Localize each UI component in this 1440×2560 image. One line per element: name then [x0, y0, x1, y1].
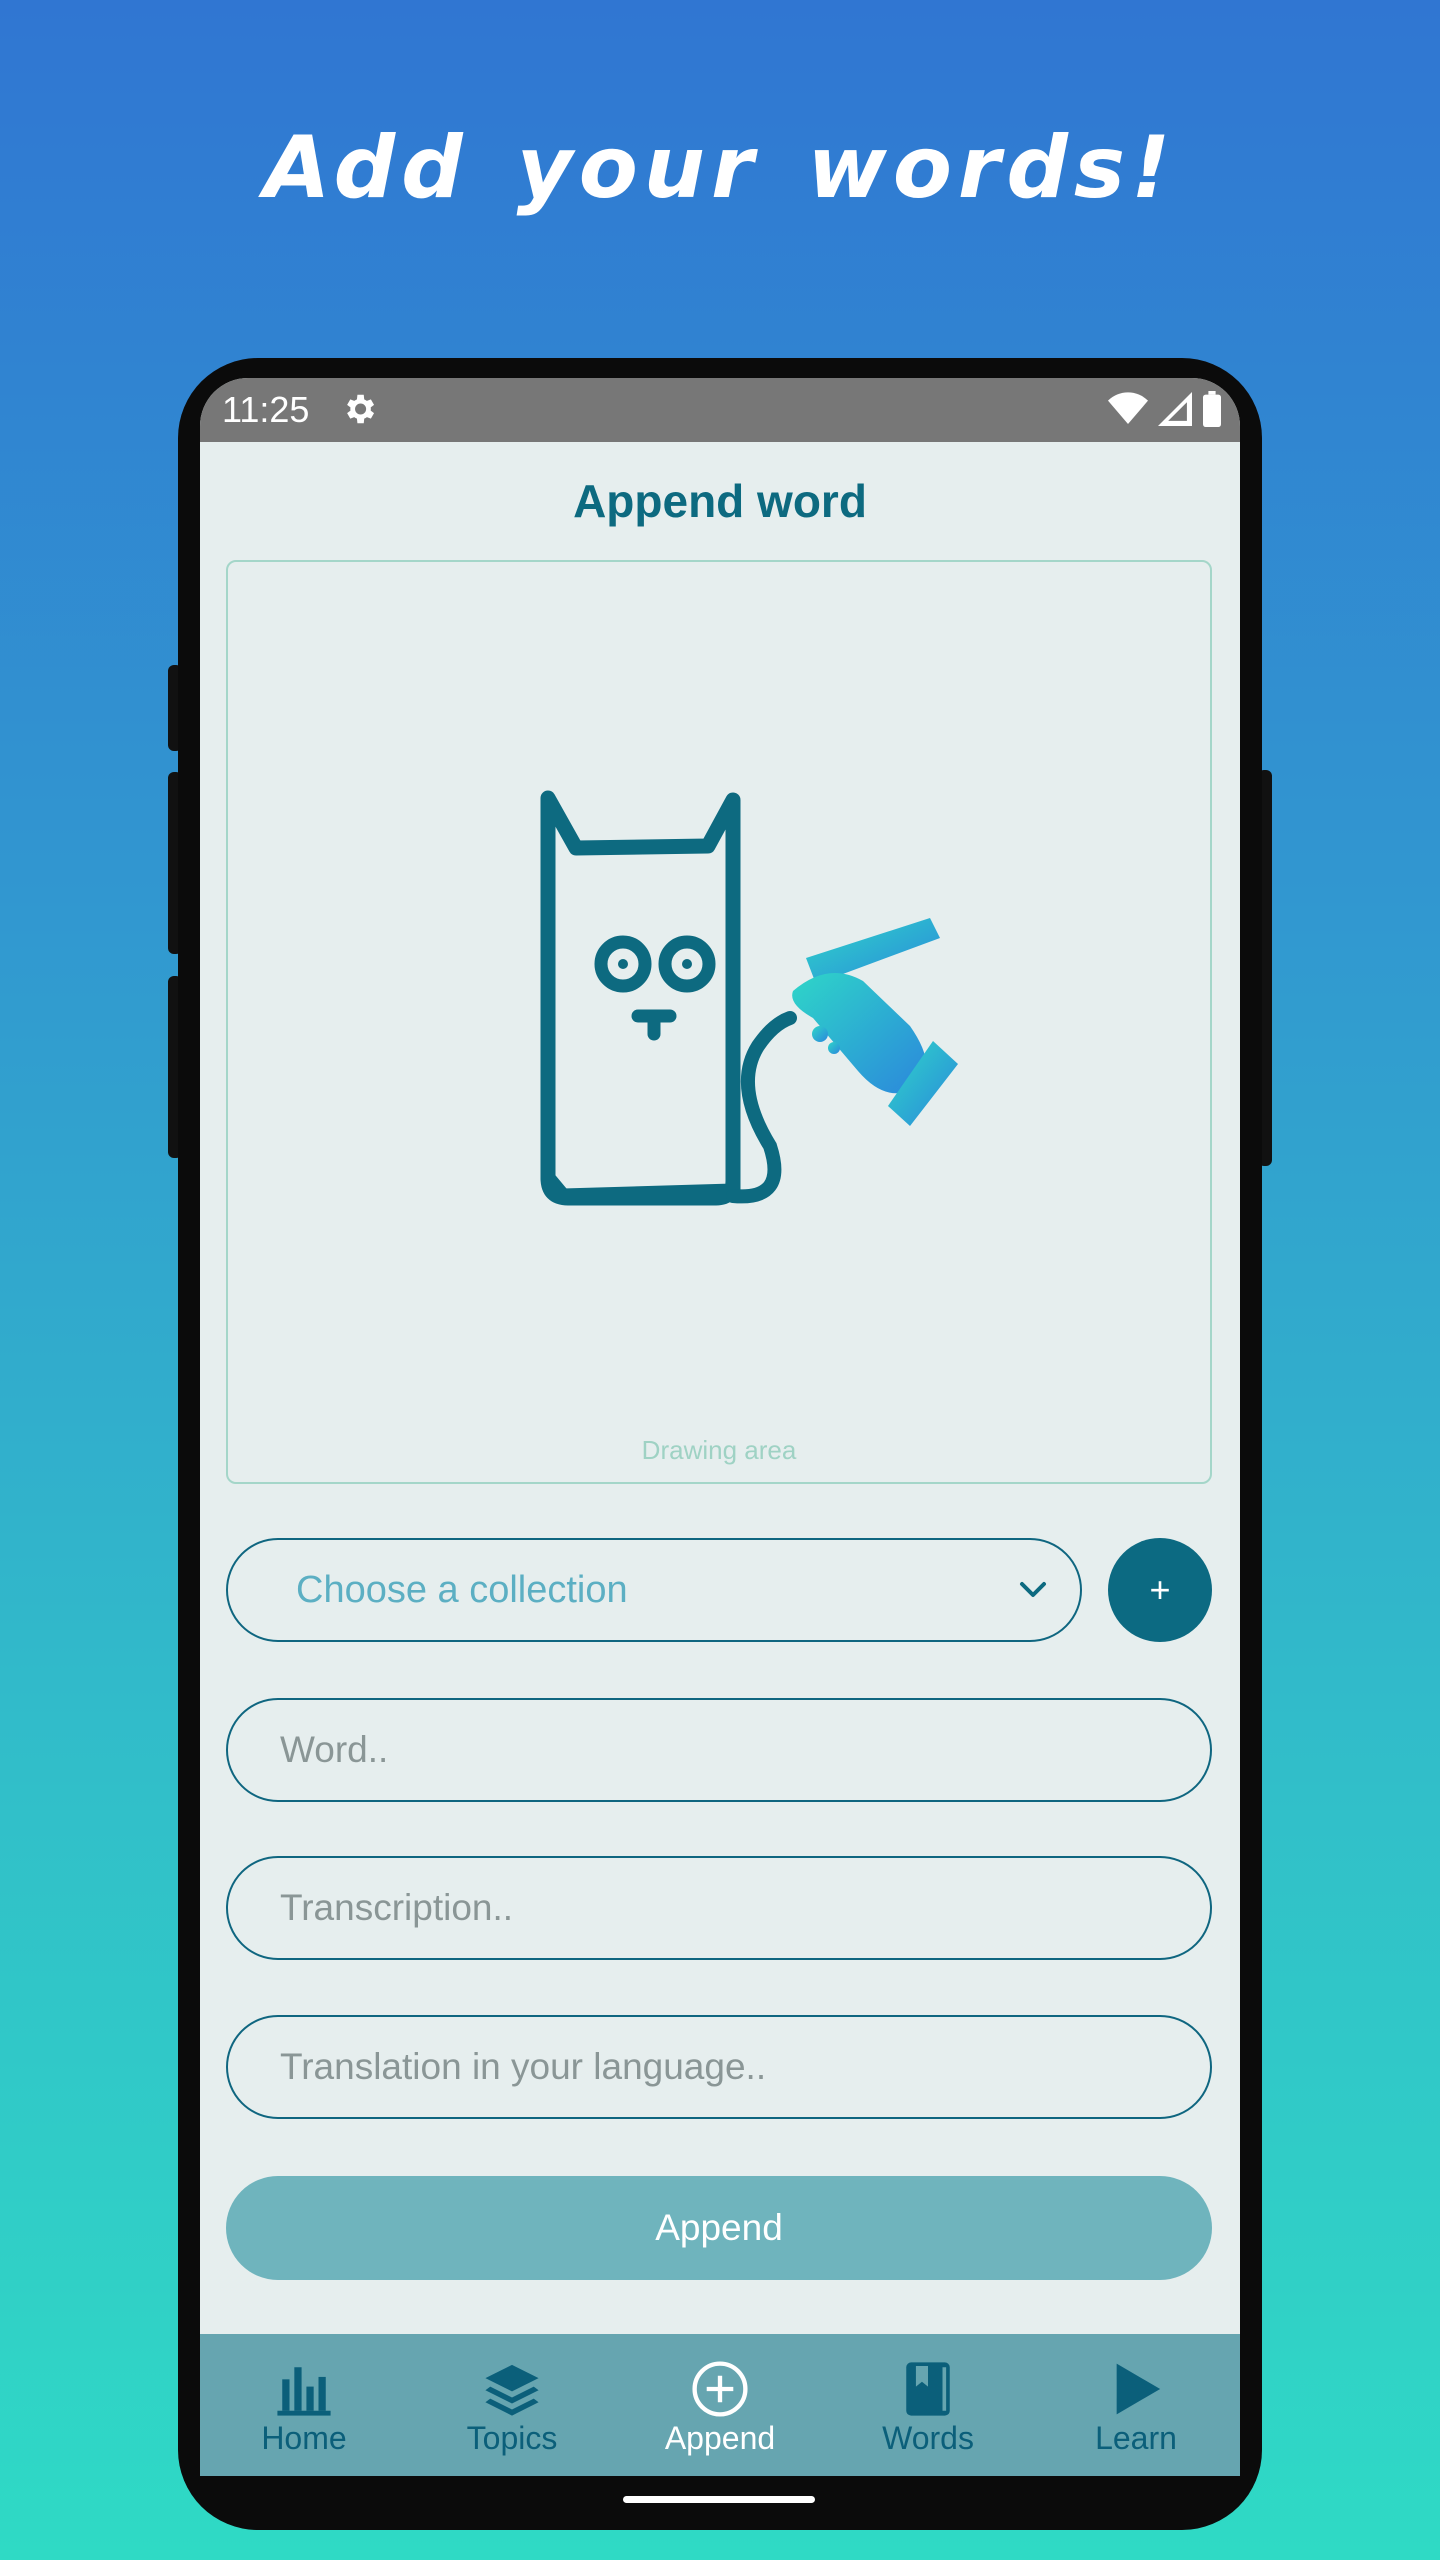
book-icon: [906, 2362, 950, 2416]
nav-item-words[interactable]: Words: [824, 2334, 1032, 2476]
app-screen: 11:25 Append word Drawing area Choose a …: [200, 378, 1240, 2476]
drawing-area-label: Drawing area: [641, 1435, 797, 1465]
nav-item-label: Home: [261, 2420, 347, 2456]
play-icon: [1116, 2363, 1161, 2415]
gear-icon: [347, 394, 375, 424]
page-title: Append word: [573, 475, 867, 527]
bottom-nav: Home Topics Append Words Learn: [200, 2334, 1240, 2476]
home-indicator[interactable]: [623, 2496, 815, 2503]
word-input[interactable]: [226, 1698, 1212, 1802]
status-time: 11:25: [222, 389, 310, 430]
status-icons: [1108, 390, 1222, 428]
promo-headline: Add your words!: [263, 118, 1177, 218]
nav-item-label: Append: [664, 2420, 776, 2456]
collection-select[interactable]: Choose a collection: [226, 1538, 1082, 1642]
cat-drawing-icon: [540, 790, 958, 1206]
transcription-input[interactable]: [226, 1856, 1212, 1960]
drawing-area[interactable]: Drawing area: [226, 560, 1212, 1484]
bar-chart-icon: [277, 2367, 331, 2416]
nav-item-topics[interactable]: Topics: [408, 2334, 616, 2476]
append-button[interactable]: Append: [226, 2176, 1212, 2280]
nav-item-learn[interactable]: Learn: [1032, 2334, 1240, 2476]
nav-item-home[interactable]: Home: [200, 2334, 408, 2476]
layers-icon: [485, 2364, 539, 2416]
battery-icon: [1203, 391, 1221, 427]
nav-item-append[interactable]: Append: [616, 2334, 824, 2476]
signal-icon: [1158, 392, 1192, 426]
wifi-icon: [1108, 392, 1148, 424]
nav-item-label: Learn: [1095, 2420, 1177, 2456]
status-bar: 11:25: [200, 378, 1240, 442]
collection-select-placeholder: Choose a collection: [296, 1568, 628, 1611]
translation-input[interactable]: [226, 2015, 1212, 2119]
plus-circle-icon: [692, 2361, 748, 2417]
nav-item-label: Words: [882, 2420, 974, 2456]
nav-item-label: Topics: [466, 2420, 558, 2456]
chevron-down-icon: [1020, 1582, 1046, 1597]
add-collection-button[interactable]: +: [1108, 1538, 1212, 1642]
